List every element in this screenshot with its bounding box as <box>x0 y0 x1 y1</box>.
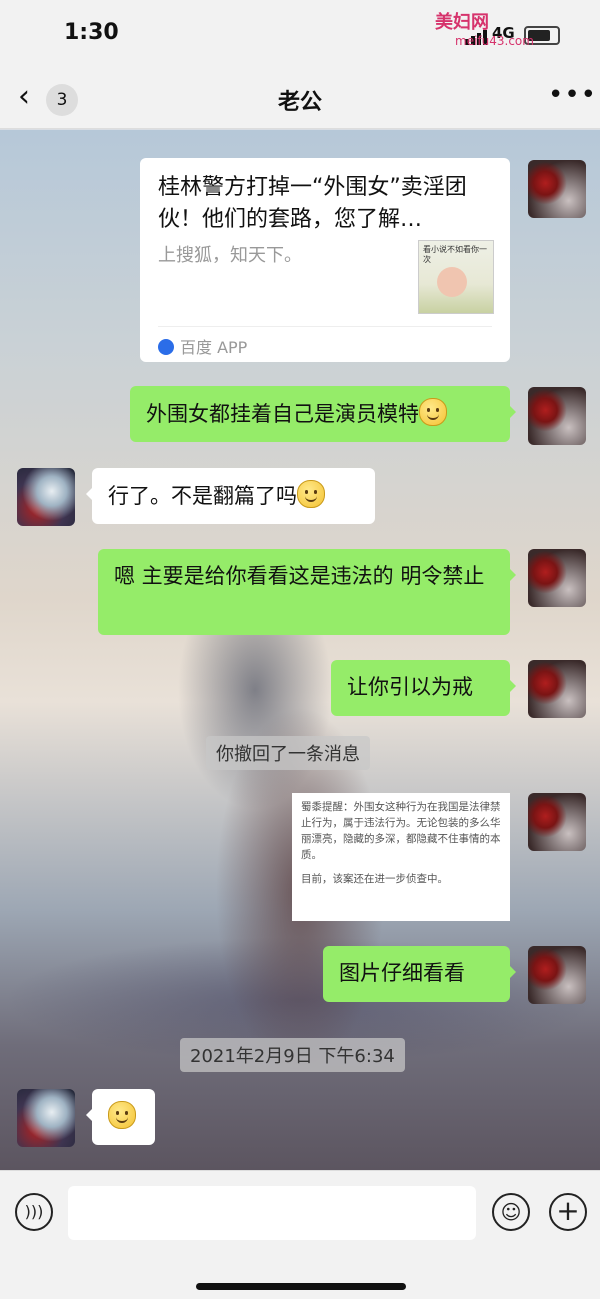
avatar-self[interactable] <box>528 387 586 445</box>
watermark-site: meifu43.com <box>455 34 534 48</box>
divider <box>158 326 492 327</box>
avatar-self[interactable] <box>528 549 586 607</box>
status-bar: 1:30 4G 美妇网 meifu43.com <box>0 0 600 70</box>
message-text: 嗯 主要是给你看看这是违法的 明令禁止 <box>114 564 485 588</box>
avatar-self[interactable] <box>528 946 586 1004</box>
link-card[interactable]: 桂林警方打掉一“外围女”卖淫团伙！他们的套路，您了解… 上搜狐，知天下。 看小说… <box>140 158 510 362</box>
link-card-thumbnail: 看小说不如看你一次 <box>418 240 494 314</box>
link-card-description: 上搜狐，知天下。 <box>158 245 302 266</box>
baidu-paw-icon <box>158 339 174 355</box>
message-text: 行了。不是翻篇了吗 <box>108 484 297 508</box>
message-bubble[interactable]: 嗯 主要是给你看看这是违法的 明令禁止 <box>98 549 516 635</box>
link-card-title: 桂林警方打掉一“外围女”卖淫团伙！他们的套路，您了解… <box>158 175 467 232</box>
image-text-paragraph: 蜀黍提醒：外围女这种行为在我国是法律禁止行为，属于违法行为。无论包装的多么华丽漂… <box>301 801 501 861</box>
message-bubble[interactable]: 图片仔细看看 <box>323 946 516 1002</box>
link-card-source-label: 百度 APP <box>180 338 248 357</box>
message-bubble[interactable]: 行了。不是翻篇了吗 <box>86 468 375 524</box>
watermark: 美妇网 meifu43.com <box>435 8 534 48</box>
more-icon[interactable]: ••• <box>548 80 597 110</box>
message-text: 图片仔细看看 <box>339 961 465 985</box>
avatar-contact[interactable] <box>17 468 75 526</box>
emoji-icon[interactable]: ☺ <box>492 1193 530 1231</box>
message-bubble[interactable] <box>86 1089 155 1145</box>
message-bubble[interactable]: 让你引以为戒 <box>331 660 516 716</box>
plus-icon[interactable]: + <box>549 1193 587 1231</box>
message-text: 让你引以为戒 <box>347 675 473 699</box>
image-message[interactable]: 蜀黍提醒：外围女这种行为在我国是法律禁止行为，属于违法行为。无论包装的多么华丽漂… <box>292 793 510 921</box>
recall-notice[interactable]: 你撤回了一条消息 <box>206 736 370 770</box>
avatar-contact[interactable] <box>17 1089 75 1147</box>
message-input[interactable] <box>68 1186 476 1240</box>
status-time: 1:30 <box>64 20 119 45</box>
watermark-name: 美妇网 <box>435 12 489 33</box>
input-bar: ))) ☺ + <box>0 1170 600 1299</box>
contact-name: 老公 <box>277 90 322 115</box>
timestamp: 2021年2月9日 下午6:34 <box>180 1038 405 1072</box>
image-text-paragraph: 目前，该案还在进一步侦查中。 <box>301 873 448 885</box>
chat-header: ‹ 3 老公 ••• <box>0 70 600 129</box>
avatar-self[interactable] <box>528 160 586 218</box>
link-card-source: 百度 APP <box>158 334 247 358</box>
link-card-thumbnail-caption: 看小说不如看你一次 <box>423 245 487 264</box>
message-text: 外围女都挂着自己是演员模特 <box>146 402 419 426</box>
smile-emoji-icon <box>419 398 447 426</box>
smile-emoji-icon <box>297 480 325 508</box>
avatar-self[interactable] <box>528 793 586 851</box>
home-indicator[interactable] <box>196 1283 406 1290</box>
avatar-self[interactable] <box>528 660 586 718</box>
chat-screen: 1:30 4G 美妇网 meifu43.com ‹ 3 老公 ••• 桂林警方打掉… <box>0 0 600 1299</box>
smile-emoji-icon <box>108 1101 136 1129</box>
voice-icon[interactable]: ))) <box>15 1193 53 1231</box>
message-bubble[interactable]: 外围女都挂着自己是演员模特 <box>130 386 516 442</box>
